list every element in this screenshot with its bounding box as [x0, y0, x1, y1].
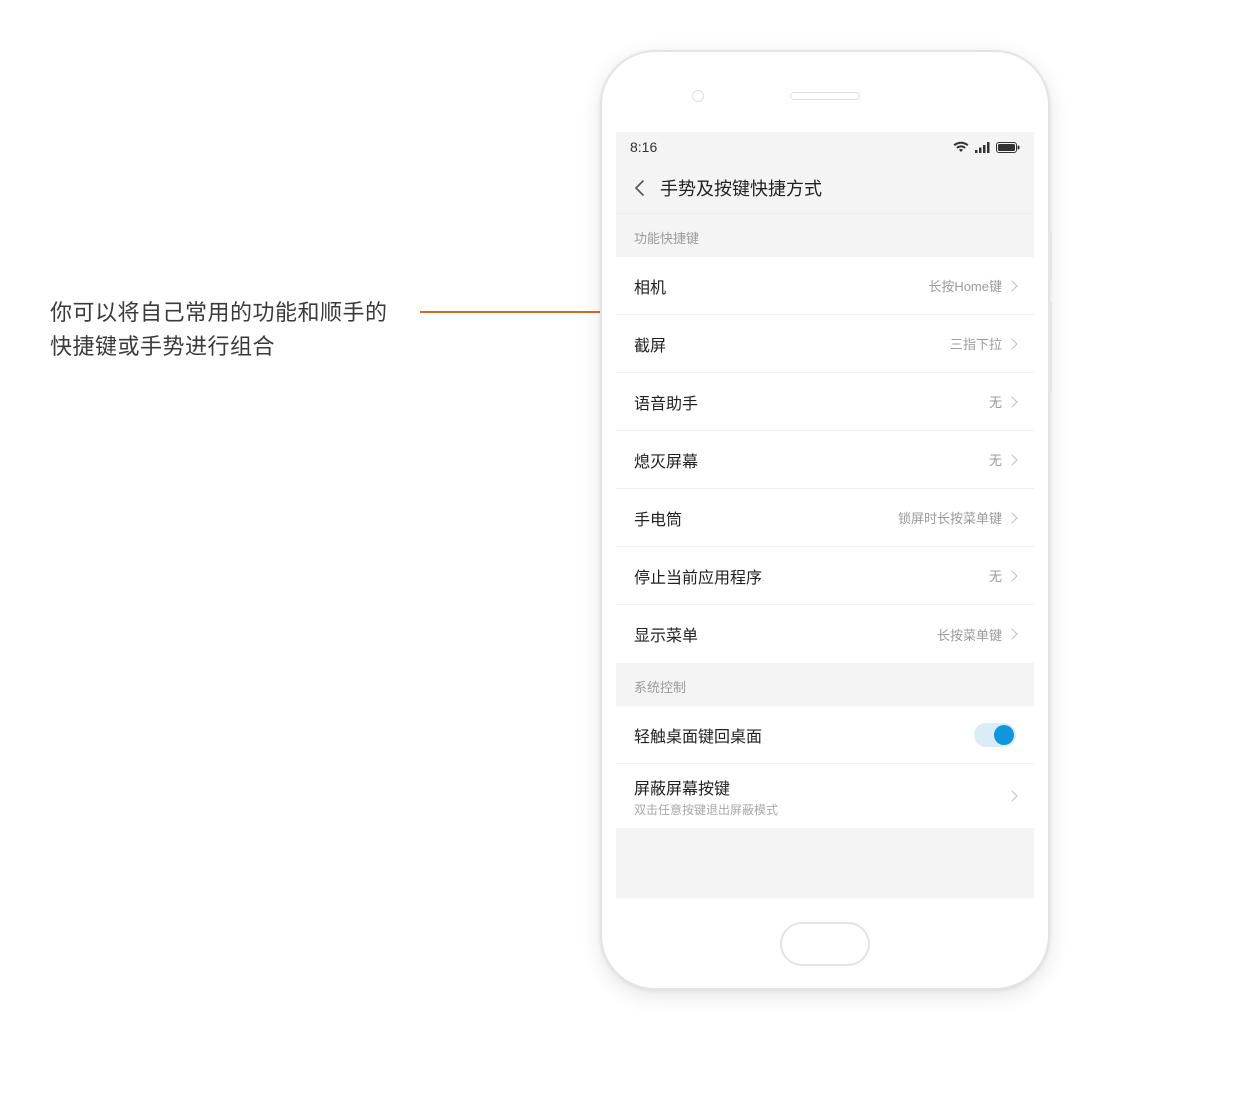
row-label-group: 屏蔽屏幕按键 双击任意按键退出屏蔽模式 — [634, 775, 778, 818]
row-value-group: 无 — [989, 392, 1016, 411]
row-value-group: 三指下拉 — [950, 334, 1016, 353]
row-label: 轻触桌面键回桌面 — [634, 723, 762, 747]
row-value: 三指下拉 — [950, 334, 1002, 353]
row-screenshot[interactable]: 截屏 三指下拉 — [616, 315, 1034, 373]
signal-icon — [975, 142, 990, 153]
chevron-right-icon — [1006, 454, 1017, 465]
chevron-right-icon — [1006, 628, 1017, 639]
row-sublabel: 双击任意按键退出屏蔽模式 — [634, 801, 778, 818]
row-camera[interactable]: 相机 长按Home键 — [616, 257, 1034, 315]
back-button[interactable] — [626, 175, 652, 201]
row-show-menu[interactable]: 显示菜单 长按菜单键 — [616, 605, 1034, 663]
status-bar: 8:16 — [616, 132, 1034, 162]
chevron-right-icon — [1006, 280, 1017, 291]
row-label: 相机 — [634, 274, 666, 298]
nav-bar: 手势及按键快捷方式 — [616, 162, 1034, 214]
phone-home-button[interactable] — [780, 922, 870, 966]
battery-icon — [996, 142, 1020, 153]
status-time: 8:16 — [630, 139, 657, 155]
chevron-right-icon — [1006, 790, 1017, 801]
status-icons — [953, 141, 1020, 153]
row-flashlight[interactable]: 手电筒 锁屏时长按菜单键 — [616, 489, 1034, 547]
toggle-knob — [994, 725, 1014, 745]
row-label: 语音助手 — [634, 390, 698, 414]
row-label: 手电筒 — [634, 506, 682, 530]
chevron-right-icon — [1006, 396, 1017, 407]
phone-side-button — [1048, 232, 1052, 280]
chevron-left-icon — [634, 180, 644, 196]
chevron-right-icon — [1006, 338, 1017, 349]
page-title: 手势及按键快捷方式 — [660, 175, 822, 201]
wifi-icon — [953, 141, 969, 153]
annotation-text: 你可以将自己常用的功能和顺手的 快捷键或手势进行组合 — [50, 296, 420, 364]
row-value: 长按菜单键 — [937, 625, 1002, 644]
phone-camera — [692, 90, 704, 102]
row-label: 停止当前应用程序 — [634, 564, 762, 588]
row-home-tap[interactable]: 轻触桌面键回桌面 — [616, 706, 1034, 764]
row-value: 锁屏时长按菜单键 — [898, 508, 1002, 527]
row-turn-off-screen[interactable]: 熄灭屏幕 无 — [616, 431, 1034, 489]
row-value-group: 长按Home键 — [928, 276, 1016, 295]
screen: 8:16 手势及按键快捷方式 功能快捷键 相机 — [616, 132, 1034, 898]
row-label: 屏蔽屏幕按键 — [634, 775, 778, 799]
system-list: 轻触桌面键回桌面 屏蔽屏幕按键 双击任意按键退出屏蔽模式 — [616, 706, 1034, 828]
row-block-buttons[interactable]: 屏蔽屏幕按键 双击任意按键退出屏蔽模式 — [616, 764, 1034, 828]
annotation-line1: 你可以将自己常用的功能和顺手的 — [50, 300, 388, 325]
row-value-group: 长按菜单键 — [937, 625, 1016, 644]
row-voice-assistant[interactable]: 语音助手 无 — [616, 373, 1034, 431]
row-value-group: 锁屏时长按菜单键 — [898, 508, 1016, 527]
row-label: 显示菜单 — [634, 622, 698, 646]
row-value: 无 — [989, 566, 1002, 585]
content: 功能快捷键 相机 长按Home键 截屏 三指下拉 — [616, 214, 1034, 898]
toggle-switch[interactable] — [974, 723, 1016, 747]
shortcut-list: 相机 长按Home键 截屏 三指下拉 语 — [616, 257, 1034, 663]
annotation-line2: 快捷键或手势进行组合 — [50, 334, 275, 359]
row-value: 长按Home键 — [928, 276, 1002, 295]
section-header-shortcuts: 功能快捷键 — [616, 214, 1034, 257]
row-value-group — [974, 723, 1016, 747]
annotation-connector-line — [420, 311, 615, 313]
row-stop-current-app[interactable]: 停止当前应用程序 无 — [616, 547, 1034, 605]
phone-speaker — [790, 92, 860, 100]
section-header-system: 系统控制 — [616, 663, 1034, 706]
chevron-right-icon — [1006, 570, 1017, 581]
row-value: 无 — [989, 450, 1002, 469]
row-value-group — [1008, 792, 1016, 800]
row-label: 截屏 — [634, 332, 666, 356]
row-label: 熄灭屏幕 — [634, 448, 698, 472]
row-value-group: 无 — [989, 566, 1016, 585]
phone-frame: 8:16 手势及按键快捷方式 功能快捷键 相机 — [600, 50, 1050, 990]
phone-side-button — [1048, 302, 1052, 392]
row-value-group: 无 — [989, 450, 1016, 469]
row-value: 无 — [989, 392, 1002, 411]
chevron-right-icon — [1006, 512, 1017, 523]
